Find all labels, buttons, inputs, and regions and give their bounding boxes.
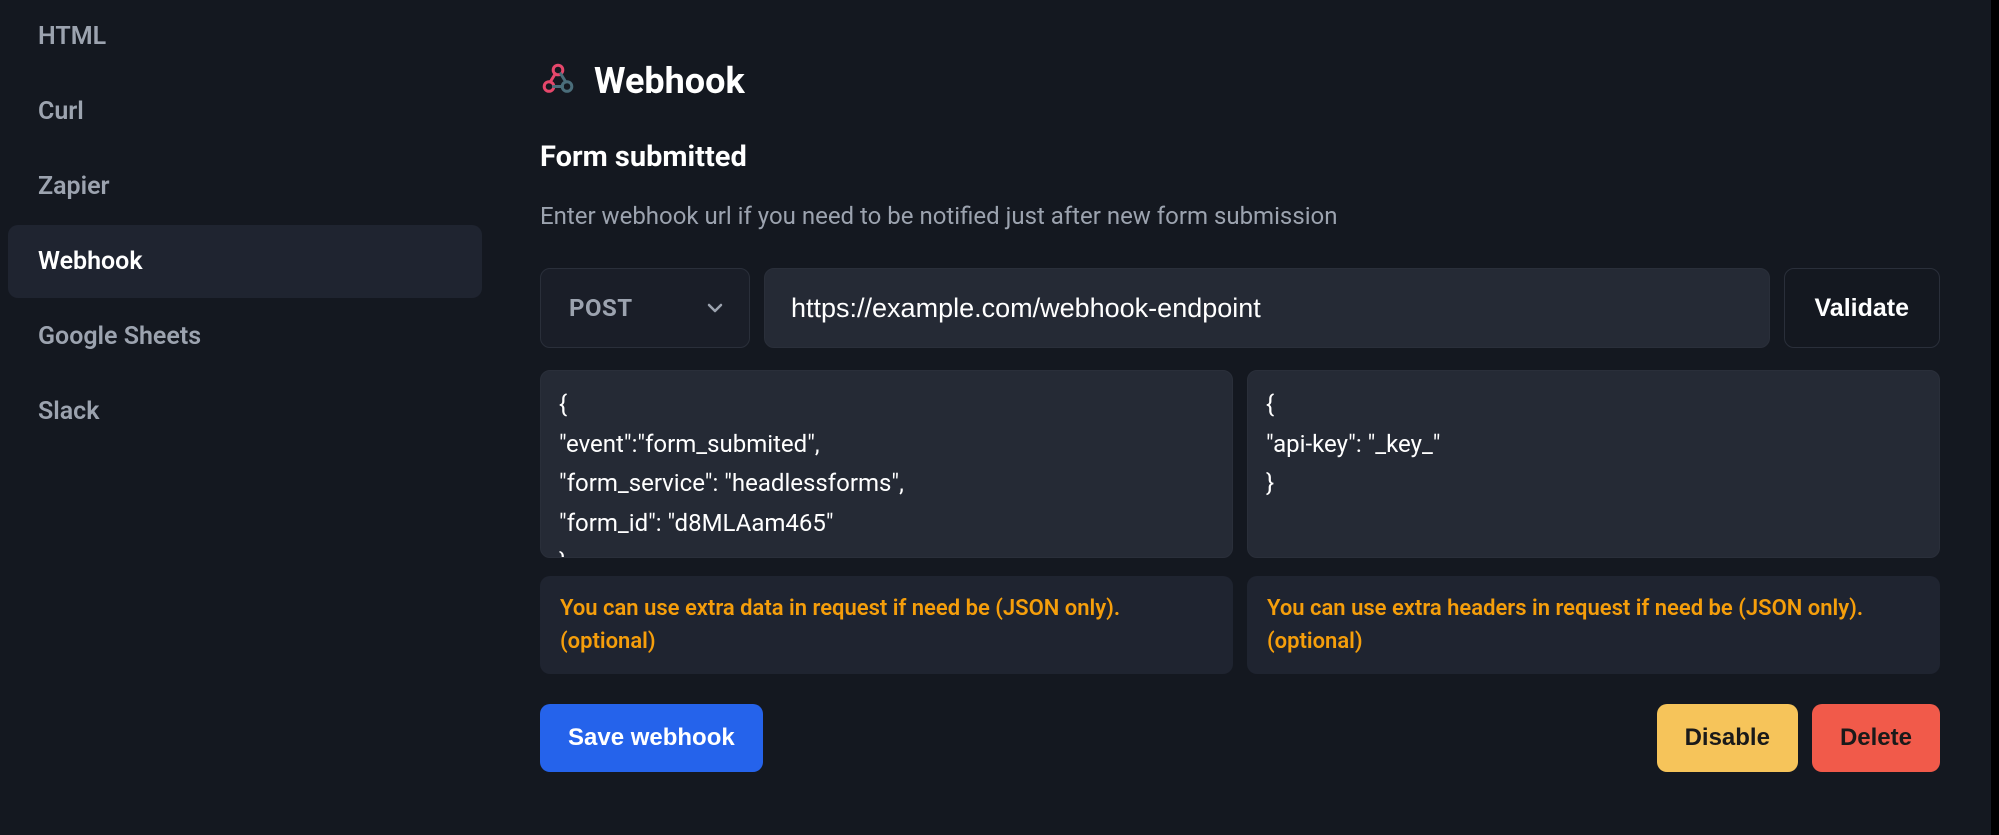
delete-button[interactable]: Delete (1812, 704, 1940, 772)
json-row (540, 370, 1940, 558)
sidebar-item-label: Webhook (38, 247, 143, 276)
sidebar-item-html[interactable]: HTML (8, 0, 482, 73)
sidebar-item-label: Google Sheets (38, 322, 201, 351)
window-edge (1991, 0, 1999, 835)
sidebar-item-slack[interactable]: Slack (8, 375, 482, 448)
sidebar-item-curl[interactable]: Curl (8, 75, 482, 148)
sidebar-item-label: Curl (38, 97, 84, 126)
extra-headers-hint: You can use extra headers in request if … (1247, 576, 1940, 674)
chevron-down-icon (703, 296, 727, 320)
sidebar-item-label: HTML (38, 22, 106, 51)
sidebar-item-label: Zapier (38, 172, 110, 201)
hint-row: You can use extra data in request if nee… (540, 576, 1940, 674)
webhook-url-input[interactable] (764, 268, 1770, 348)
section-title: Form submitted (540, 140, 1940, 174)
action-row: Save webhook Disable Delete (540, 704, 1940, 772)
webhook-icon (540, 61, 576, 101)
right-actions: Disable Delete (1657, 704, 1940, 772)
main-content: Webhook Form submitted Enter webhook url… (490, 0, 1980, 835)
page-header: Webhook (540, 60, 1940, 102)
extra-data-json-input[interactable] (540, 370, 1233, 558)
sidebar-item-webhook[interactable]: Webhook (8, 225, 482, 298)
http-method-label: POST (569, 294, 633, 322)
url-row: POST Validate (540, 268, 1940, 348)
section-subtitle: Enter webhook url if you need to be noti… (540, 202, 1940, 230)
disable-button[interactable]: Disable (1657, 704, 1798, 772)
page-title: Webhook (594, 60, 745, 102)
extra-headers-json-input[interactable] (1247, 370, 1940, 558)
extra-data-hint: You can use extra data in request if nee… (540, 576, 1233, 674)
sidebar-item-label: Slack (38, 397, 99, 426)
http-method-select[interactable]: POST (540, 268, 750, 348)
validate-button[interactable]: Validate (1784, 268, 1941, 348)
sidebar: HTML Curl Zapier Webhook Google Sheets S… (0, 0, 490, 835)
sidebar-item-google-sheets[interactable]: Google Sheets (8, 300, 482, 373)
sidebar-item-zapier[interactable]: Zapier (8, 150, 482, 223)
save-webhook-button[interactable]: Save webhook (540, 704, 763, 772)
